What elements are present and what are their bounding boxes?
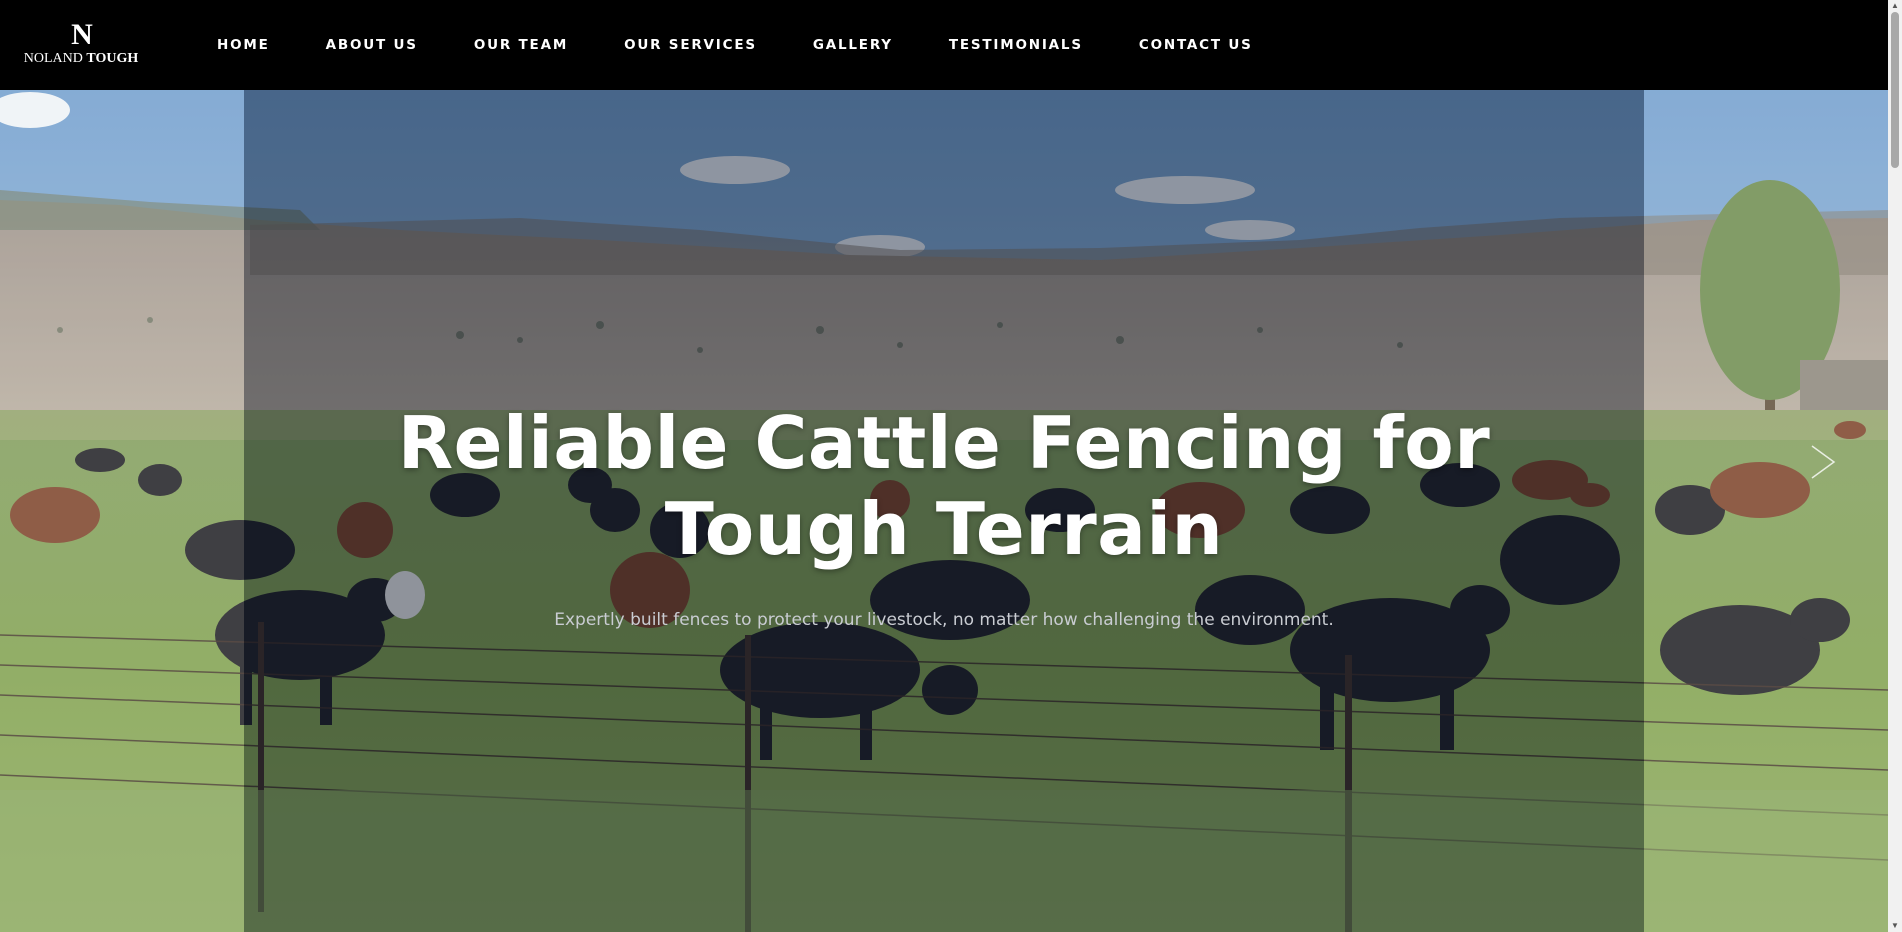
logo-text-part1: NOLAND bbox=[23, 51, 83, 66]
scroll-down-icon[interactable]: ▼ bbox=[1891, 922, 1899, 930]
hero-title-line2: Tough Terrain bbox=[664, 487, 1224, 571]
scroll-thumb[interactable] bbox=[1891, 12, 1899, 168]
nav-contact-us[interactable]: CONTACT US bbox=[1139, 37, 1253, 53]
main-nav: HOME ABOUT US OUR TEAM OUR SERVICES GALL… bbox=[217, 0, 1309, 90]
hero-section: Reliable Cattle Fencing for Tough Terrai… bbox=[0, 90, 1888, 932]
side-panel-left bbox=[0, 90, 244, 932]
page-scrollbar[interactable]: ▲ ▼ bbox=[1888, 0, 1902, 932]
hero-subtitle: Expertly built fences to protect your li… bbox=[554, 610, 1334, 630]
nav-gallery[interactable]: GALLERY bbox=[813, 37, 893, 53]
nav-home[interactable]: HOME bbox=[217, 37, 270, 53]
scroll-up-icon[interactable]: ▲ bbox=[1891, 2, 1899, 10]
chevron-right-icon[interactable] bbox=[1804, 442, 1844, 482]
hero-title-line1: Reliable Cattle Fencing for bbox=[397, 401, 1491, 485]
logo-text-part2: TOUGH bbox=[86, 51, 139, 66]
logo-mark: N bbox=[71, 18, 93, 51]
brand-logo[interactable]: N NOLAND TOUGH bbox=[22, 20, 140, 70]
logo-text: NOLAND TOUGH bbox=[22, 50, 140, 68]
side-panel-right bbox=[1644, 90, 1888, 932]
nav-our-team[interactable]: OUR TEAM bbox=[474, 37, 568, 53]
nav-testimonials[interactable]: TESTIMONIALS bbox=[949, 37, 1083, 53]
nav-our-services[interactable]: OUR SERVICES bbox=[624, 37, 757, 53]
hero-title: Reliable Cattle Fencing for Tough Terrai… bbox=[244, 400, 1644, 572]
nav-about-us[interactable]: ABOUT US bbox=[326, 37, 418, 53]
site-header: N NOLAND TOUGH HOME ABOUT US OUR TEAM OU… bbox=[0, 0, 1888, 90]
